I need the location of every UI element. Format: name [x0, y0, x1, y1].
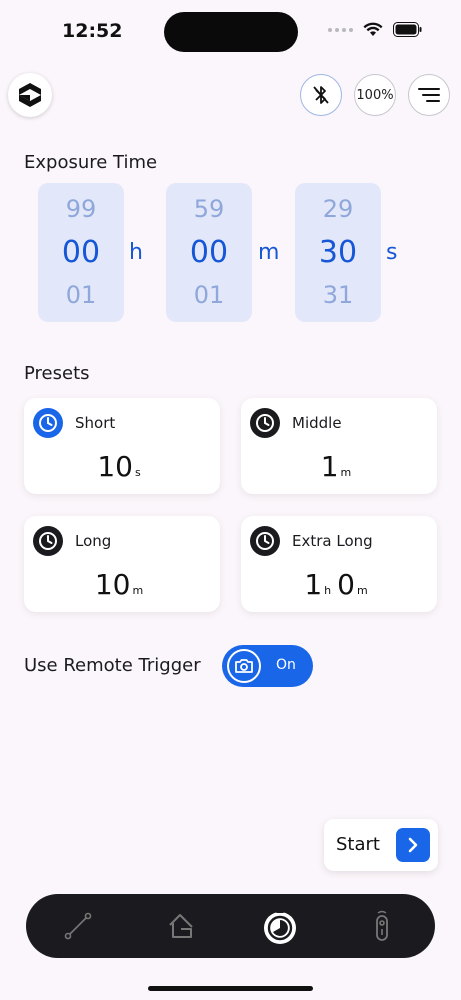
wifi-icon: [363, 22, 383, 36]
remote-trigger-toggle[interactable]: On: [222, 645, 313, 687]
presets-title: Presets: [24, 363, 90, 384]
preset-duration: 1m: [320, 450, 352, 483]
minutes-next[interactable]: 01: [166, 281, 252, 309]
nav-home[interactable]: [160, 906, 200, 946]
menu-button[interactable]: [408, 74, 450, 116]
home-icon: [169, 914, 193, 938]
seconds-unit: s: [386, 240, 398, 265]
minutes-picker[interactable]: 59 00 01: [166, 183, 252, 322]
seconds-next[interactable]: 31: [295, 281, 381, 309]
preset-short[interactable]: Short 10 s: [24, 398, 220, 494]
bluetooth-button[interactable]: [300, 74, 342, 116]
bottom-nav: [26, 894, 435, 958]
hours-unit: h: [129, 240, 143, 265]
nav-remote[interactable]: [362, 906, 402, 946]
start-label: Start: [336, 834, 380, 855]
hours-next[interactable]: 01: [38, 281, 124, 309]
clock-icon: [33, 408, 63, 438]
preset-duration: 10 m: [94, 568, 144, 601]
preset-extra-long[interactable]: Extra Long 1h0m: [241, 516, 437, 612]
intervalometer-icon: [64, 912, 92, 940]
preset-name: Long: [75, 532, 112, 550]
preset-long[interactable]: Long 10 m: [24, 516, 220, 612]
dynamic-island: [164, 12, 298, 52]
minutes-current[interactable]: 00: [166, 235, 252, 270]
status-bar: 12:52: [0, 0, 461, 60]
seconds-prev[interactable]: 29: [295, 195, 381, 223]
minutes-prev[interactable]: 59: [166, 195, 252, 223]
start-button[interactable]: Start: [324, 819, 438, 871]
preset-duration: 10 s: [97, 450, 141, 483]
camera-icon: [227, 649, 261, 683]
status-icons: [328, 22, 423, 37]
top-bar: 100%: [0, 70, 461, 120]
hours-prev[interactable]: 99: [38, 195, 124, 223]
hours-picker[interactable]: 99 00 01: [38, 183, 124, 322]
clock-icon: [33, 526, 63, 556]
preset-name: Extra Long: [292, 532, 373, 550]
status-time: 12:52: [62, 20, 123, 42]
chevron-right-icon: [396, 828, 430, 862]
nav-timer[interactable]: [260, 906, 300, 946]
app-logo-icon: [19, 83, 41, 107]
menu-icon: [418, 88, 440, 102]
exposure-time-title: Exposure Time: [24, 152, 158, 173]
preset-name: Short: [75, 414, 116, 432]
timer-icon: [264, 910, 296, 944]
home-indicator: [148, 986, 313, 991]
nav-intervalometer[interactable]: [58, 906, 98, 946]
remote-trigger-label: Use Remote Trigger: [24, 655, 201, 676]
app-logo-button[interactable]: [8, 73, 52, 117]
remote-icon: [376, 910, 388, 941]
preset-duration: 1h0m: [304, 568, 368, 601]
clock-icon: [250, 408, 280, 438]
bluetooth-off-icon: [313, 86, 329, 104]
seconds-current[interactable]: 30: [295, 235, 381, 270]
battery-icon: [393, 22, 422, 37]
hours-current[interactable]: 00: [38, 235, 124, 270]
battery-status-button[interactable]: 100%: [354, 74, 396, 116]
seconds-picker[interactable]: 29 30 31: [295, 183, 381, 322]
toggle-state: On: [276, 657, 296, 673]
clock-icon: [250, 526, 280, 556]
preset-middle[interactable]: Middle 1m: [241, 398, 437, 494]
minutes-unit: m: [258, 240, 280, 265]
preset-name: Middle: [292, 414, 342, 432]
cellular-signal-icon: [328, 27, 353, 32]
